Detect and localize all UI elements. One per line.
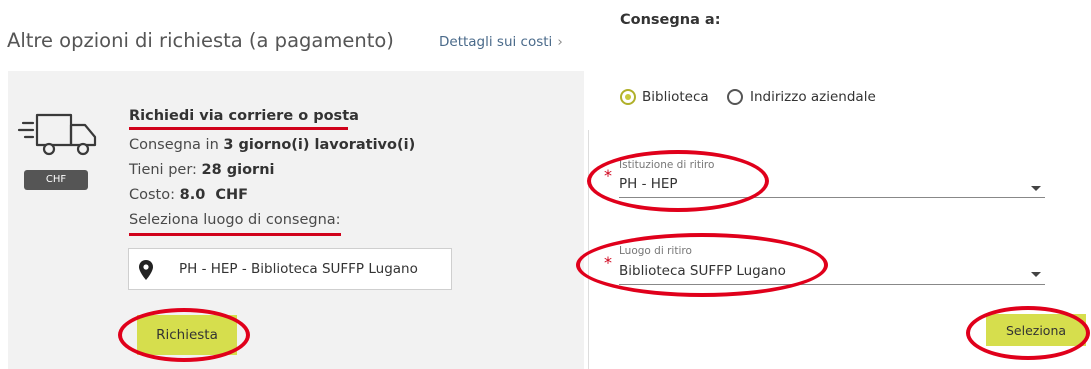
delivery-time: Consegna in 3 giorno(i) lavorativo(i): [129, 137, 415, 153]
chevron-down-icon[interactable]: [1031, 186, 1041, 191]
deliver-to-label: Consegna a:: [620, 12, 721, 28]
highlight-annotation: [966, 306, 1090, 360]
courier-option-title: Richiedi via corriere o posta: [129, 108, 359, 124]
truck-icon: [17, 113, 97, 156]
cost-details-link[interactable]: Dettagli sui costi ›: [439, 34, 563, 50]
cost-value: 8.0 CHF: [179, 187, 249, 203]
radio-selected-dot: [625, 94, 631, 100]
cost-details-label: Dettagli sui costi: [439, 34, 553, 50]
underline-annotation: [129, 233, 341, 236]
cost-prefix: Costo:: [129, 187, 180, 203]
delivery-time-value: 3 giorno(i) lavorativo(i): [223, 137, 416, 153]
radio-library[interactable]: [620, 89, 636, 105]
cost: Costo: 8.0 CHF: [129, 187, 248, 203]
radio-business-address[interactable]: [727, 89, 743, 105]
highlight-annotation: [118, 308, 250, 362]
radio-library-label[interactable]: Biblioteca: [642, 89, 709, 105]
delivery-location-value: PH - HEP - Biblioteca SUFFP Lugano: [179, 261, 418, 277]
radio-business-address-label[interactable]: Indirizzo aziendale: [750, 89, 876, 105]
chevron-down-icon[interactable]: [1031, 272, 1041, 277]
keep-for-value: 28 giorni: [201, 162, 275, 178]
select-place-label: Seleziona luogo di consegna:: [129, 212, 341, 228]
highlight-annotation: [576, 233, 828, 297]
request-options-title: Altre opzioni di richiesta (a pagamento): [7, 29, 394, 52]
delivery-location-field[interactable]: PH - HEP - Biblioteca SUFFP Lugano: [128, 248, 452, 290]
currency-badge: CHF: [24, 170, 88, 190]
keep-for-prefix: Tieni per:: [129, 162, 202, 178]
chevron-right-icon: ›: [557, 34, 563, 50]
delivery-time-prefix: Consegna in: [129, 137, 224, 153]
keep-for: Tieni per: 28 giorni: [129, 162, 275, 178]
underline-annotation: [129, 127, 348, 130]
highlight-annotation: [587, 150, 769, 212]
map-pin-icon: [139, 260, 153, 280]
